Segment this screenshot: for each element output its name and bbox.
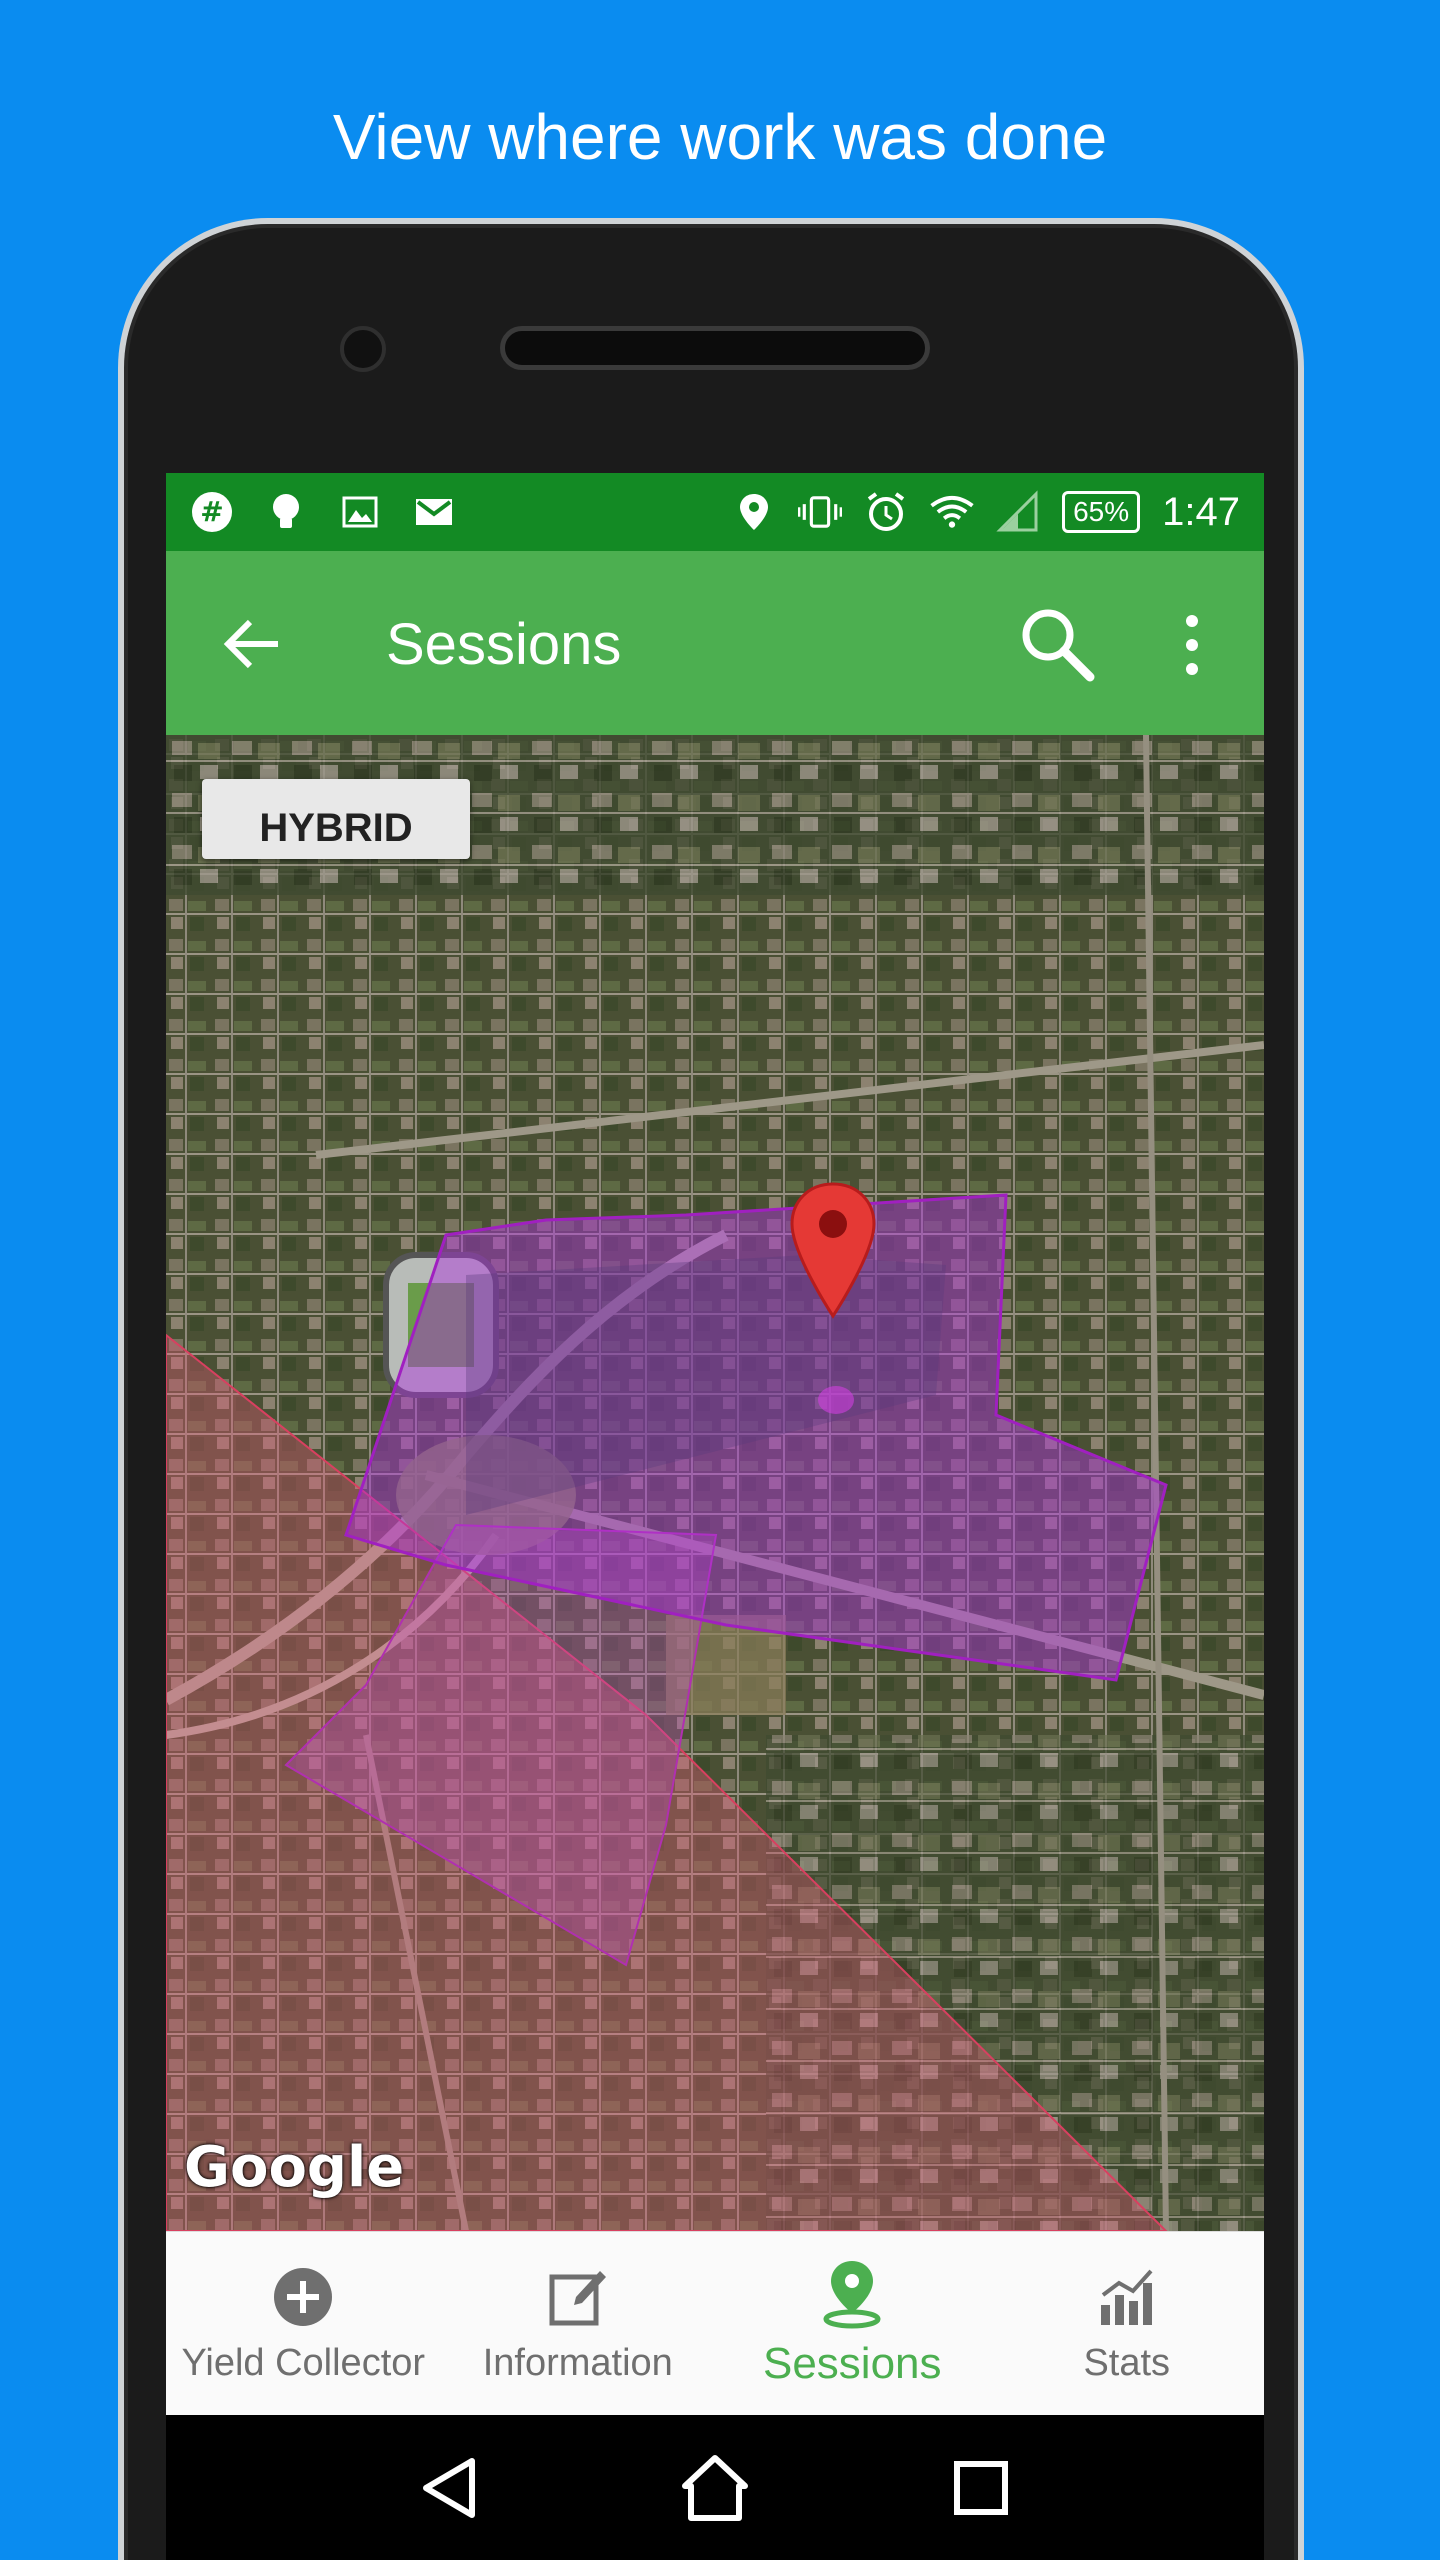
app-bar: Sessions <box>166 551 1264 735</box>
search-icon[interactable] <box>1014 601 1100 687</box>
image-icon <box>338 490 382 534</box>
nav-sessions[interactable]: Sessions <box>715 2232 990 2415</box>
signal-icon <box>996 490 1040 534</box>
vibrate-icon <box>798 490 843 534</box>
front-camera <box>340 326 386 372</box>
battery-indicator: 65% <box>1062 491 1141 533</box>
page-title: Sessions <box>386 612 622 677</box>
nav-yield-collector[interactable]: Yield Collector <box>166 2232 441 2415</box>
alarm-icon <box>864 490 908 534</box>
edit-note-icon <box>543 2262 613 2332</box>
bottom-navigation: Yield Collector Information Sessions Sta… <box>166 2231 1264 2415</box>
phone-screen: # 65% 1:47 Sessions HYBRID Google Yield … <box>166 473 1264 2560</box>
location-icon <box>732 490 776 534</box>
google-attribution: Google <box>184 2135 405 2200</box>
map-type-button[interactable]: HYBRID <box>202 779 470 859</box>
satellite-map[interactable]: HYBRID Google <box>166 735 1264 2231</box>
nav-information[interactable]: Information <box>441 2232 716 2415</box>
bar-chart-icon <box>1092 2262 1162 2332</box>
arrow-back-icon[interactable] <box>218 609 288 679</box>
nav-label: Yield Collector <box>181 2342 426 2384</box>
wifi-icon <box>930 490 974 534</box>
system-navigation-bar <box>166 2415 1264 2560</box>
gmail-icon <box>412 490 456 534</box>
svg-text:#: # <box>200 495 223 528</box>
map-pin-icon[interactable] <box>786 1180 880 1320</box>
nav-label: Information <box>482 2342 673 2384</box>
back-triangle-icon[interactable] <box>409 2448 489 2528</box>
nav-label: Stats <box>1083 2342 1171 2384</box>
more-vert-icon[interactable] <box>1166 607 1218 683</box>
headline: View where work was done <box>332 101 1108 173</box>
nav-label: Sessions <box>762 2338 942 2388</box>
location-pin-icon <box>817 2259 887 2329</box>
add-circle-icon <box>268 2262 338 2332</box>
home-icon[interactable] <box>675 2448 755 2528</box>
status-time: 1:47 <box>1162 489 1240 534</box>
nav-stats[interactable]: Stats <box>990 2232 1265 2415</box>
earpiece-speaker <box>500 326 930 370</box>
hashtag-icon: # <box>190 490 234 534</box>
lightbulb-icon <box>264 490 308 534</box>
status-bar: # 65% 1:47 <box>166 473 1264 551</box>
recents-square-icon[interactable] <box>941 2448 1021 2528</box>
map-imagery <box>166 735 1264 2231</box>
